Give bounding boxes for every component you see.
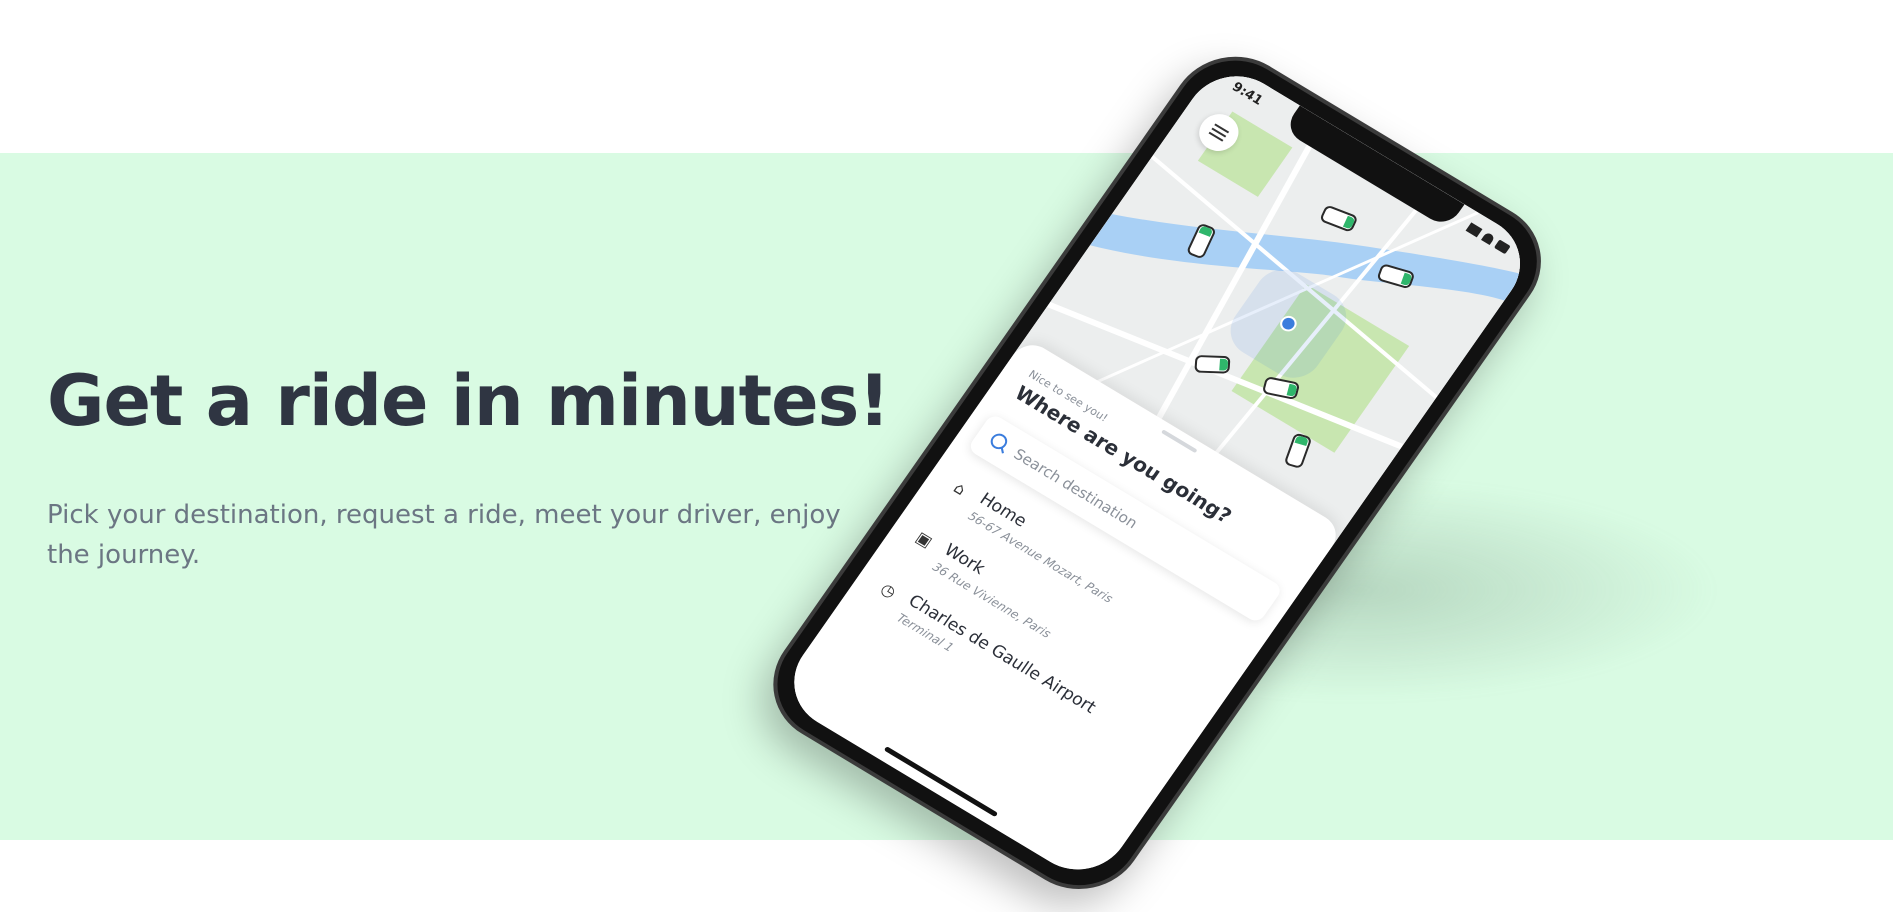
clock-icon: ◷ bbox=[877, 578, 901, 602]
search-icon bbox=[987, 430, 1011, 453]
car-icon bbox=[1194, 355, 1231, 374]
hero-headline: Get a ride in minutes! bbox=[47, 360, 890, 442]
home-icon: ⌂ bbox=[950, 478, 970, 499]
hamburger-menu-icon bbox=[1208, 123, 1230, 142]
top-white-strip bbox=[0, 0, 1893, 153]
hero-subtext: Pick your destination, request a ride, m… bbox=[47, 500, 841, 570]
briefcase-icon: ▣ bbox=[912, 527, 937, 552]
